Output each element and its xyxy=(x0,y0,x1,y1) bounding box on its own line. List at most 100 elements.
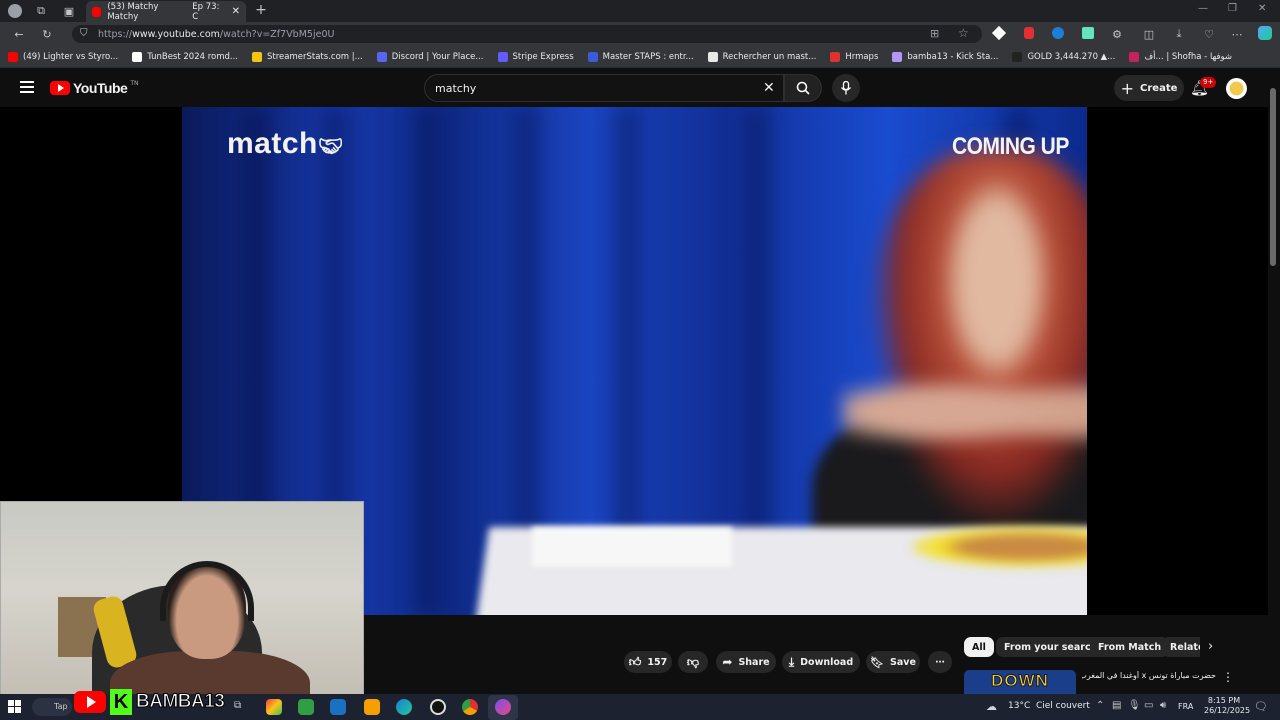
recommended-title[interactable]: حضرت مباراة تونس x أوغندا في المغرب... xyxy=(1082,671,1216,680)
chip-all[interactable]: All xyxy=(964,637,994,657)
extension-red-icon[interactable] xyxy=(1024,27,1034,39)
create-button[interactable]: + Create xyxy=(1114,75,1184,101)
clock[interactable]: 8:15 PM 26/12/2025 xyxy=(1204,696,1251,716)
account-avatar[interactable] xyxy=(1226,78,1247,99)
youtube-logo[interactable]: YouTube TN xyxy=(50,80,138,96)
browser-tab-strip: ⧉ ▣ (53) Matchy Matchy Ep 73: C ✕ + — ❐ … xyxy=(0,0,1280,22)
windows-start-icon[interactable] xyxy=(8,700,22,714)
bookmark-item[interactable]: StreamerStats.com |... xyxy=(252,51,363,62)
save-label: Save xyxy=(890,656,916,668)
url-field[interactable]: ⛉ https://www.youtube.com/watch?v=Zf7VbM… xyxy=(72,25,982,43)
back-icon[interactable]: ← xyxy=(12,27,26,41)
notification-count-badge: 9+ xyxy=(1200,77,1217,88)
clear-search-icon[interactable]: ✕ xyxy=(763,80,775,96)
share-arrow-icon: ➦ xyxy=(722,655,733,669)
new-tab-icon[interactable]: + xyxy=(254,2,268,18)
extension-blue-icon[interactable] xyxy=(1052,27,1064,39)
copilot-icon[interactable] xyxy=(1258,26,1272,40)
search-button[interactable] xyxy=(784,74,822,102)
task-view-icon[interactable]: ⧉ xyxy=(234,700,241,711)
tray-app-icon[interactable]: ▤ xyxy=(1112,700,1121,711)
tab-actions-icon[interactable]: ▣ xyxy=(62,4,76,18)
app-available-icon[interactable]: ⊞ xyxy=(930,27,939,40)
extension-green-icon[interactable] xyxy=(1082,27,1094,39)
file-explorer-icon[interactable] xyxy=(364,699,380,715)
workspaces-icon[interactable]: ⧉ xyxy=(34,4,48,18)
bookmark-item[interactable]: أف... | Shofha - شوفها xyxy=(1129,51,1233,62)
active-app-icon[interactable] xyxy=(495,699,511,715)
edge-browser-icon[interactable] xyxy=(396,699,412,715)
display-tray-icon[interactable]: ▭ xyxy=(1144,700,1153,711)
maximize-icon[interactable]: ❐ xyxy=(1228,3,1237,14)
bookmark-label: Stripe Express xyxy=(512,51,574,62)
bookmark-favicon-icon xyxy=(376,51,387,62)
bookmark-favicon-icon xyxy=(707,51,718,62)
downloads-icon[interactable]: ⤓ xyxy=(1172,27,1186,41)
save-button[interactable]: 🔖︎ Save xyxy=(866,651,920,673)
tray-overflow-icon[interactable]: ⌃ xyxy=(1096,700,1104,711)
taskbar-app-green-icon[interactable] xyxy=(298,699,314,715)
bookmark-favicon-icon xyxy=(252,51,263,62)
search-input[interactable]: matchy ✕ xyxy=(424,74,784,102)
bookmark-item[interactable]: (49) Lighter vs Styro... xyxy=(8,51,118,62)
split-screen-icon[interactable]: ◫ xyxy=(1142,27,1156,41)
share-button[interactable]: ➦ Share xyxy=(716,651,776,673)
voice-search-button[interactable] xyxy=(832,74,860,102)
clock-time: 8:15 PM xyxy=(1207,696,1241,705)
extensions-puzzle-icon[interactable]: ⚙ xyxy=(1110,27,1124,41)
bookmark-item[interactable]: GOLD 3,444.270 ▲... xyxy=(1012,51,1115,62)
thumbs-down-icon: 👎︎ xyxy=(686,654,700,669)
minimize-icon[interactable]: — xyxy=(1198,3,1208,14)
weather-cloud-icon[interactable]: ☁ xyxy=(986,700,997,713)
bookmark-item[interactable]: bamba13 - Kick Sta... xyxy=(892,51,998,62)
like-button[interactable]: 👍︎ 157 xyxy=(624,651,672,673)
browser-tab-active[interactable]: (53) Matchy Matchy Ep 73: C ✕ xyxy=(86,1,246,22)
scrollbar-thumb[interactable] xyxy=(1270,88,1276,266)
weather-text[interactable]: 13°C Ciel couvert xyxy=(1008,701,1090,711)
reload-icon[interactable]: ↻ xyxy=(40,27,54,41)
chips-next-icon[interactable]: › xyxy=(1208,639,1213,654)
chip-from-match[interactable]: From Match xyxy=(1090,637,1170,657)
video-name-card xyxy=(532,527,732,567)
clock-date: 26/12/2025 xyxy=(1204,706,1251,715)
menu-hamburger-icon[interactable] xyxy=(20,81,34,93)
site-info-icon[interactable]: ⛉ xyxy=(80,28,88,39)
dislike-button[interactable]: 👎︎ xyxy=(678,651,708,673)
extension-diamond-icon[interactable] xyxy=(991,25,1007,41)
bookmark-label: Discord | Your Place... xyxy=(391,51,484,62)
taskbar-search[interactable]: Tap xyxy=(32,698,72,716)
bookmark-label: Hrmaps xyxy=(845,51,879,62)
search-value: matchy xyxy=(435,81,477,95)
tab-close-icon[interactable]: ✕ xyxy=(232,6,240,17)
bookmark-item[interactable]: Stripe Express xyxy=(497,51,574,62)
bookmark-item[interactable]: Master STAPS : entr... xyxy=(587,51,694,62)
input-language[interactable]: FRA xyxy=(1178,702,1193,711)
bookmark-item[interactable]: Hrmaps xyxy=(830,51,879,62)
bookmark-item[interactable]: TunBest 2024 romd... xyxy=(132,51,238,62)
microphone-tray-icon[interactable]: 🎙︎ xyxy=(1128,700,1141,711)
bookmark-item[interactable]: Rechercher un mast... xyxy=(707,51,816,62)
share-label: Share xyxy=(738,656,770,668)
bookmark-favicon-icon xyxy=(1129,51,1140,62)
recommended-menu-icon[interactable]: ⋮ xyxy=(1222,670,1234,684)
taskbar-app-colorful-icon[interactable] xyxy=(266,699,282,715)
notification-center-icon[interactable]: 🗨︎ xyxy=(1254,700,1268,713)
browser-menu-icon[interactable]: ⋯ xyxy=(1230,27,1244,41)
chip-related[interactable]: Relate xyxy=(1162,637,1200,657)
chrome-icon[interactable] xyxy=(462,699,478,715)
youtube-brand-icon xyxy=(74,691,106,713)
download-button[interactable]: ⤓ Download xyxy=(782,651,860,673)
taskbar-store-icon[interactable] xyxy=(330,699,346,715)
recommended-thumbnail[interactable]: DOWN xyxy=(964,670,1076,694)
address-bar-row: ← ↻ ⛉ https://www.youtube.com/watch?v=Zf… xyxy=(0,22,1280,46)
bookmark-label: أف... | Shofha - شوفها xyxy=(1144,51,1233,62)
chip-from-your-search[interactable]: From your search xyxy=(996,637,1106,657)
favorite-star-icon[interactable]: ☆ xyxy=(958,26,969,40)
window-close-icon[interactable]: ✕ xyxy=(1258,3,1266,14)
volume-icon[interactable]: 🔊︎ xyxy=(1160,700,1166,711)
obs-icon[interactable] xyxy=(430,699,446,715)
bookmark-item[interactable]: Discord | Your Place... xyxy=(376,51,484,62)
browser-essentials-icon[interactable]: ♡ xyxy=(1202,27,1216,41)
profile-avatar[interactable] xyxy=(8,4,22,18)
more-actions-button[interactable]: ⋯ xyxy=(928,651,952,673)
